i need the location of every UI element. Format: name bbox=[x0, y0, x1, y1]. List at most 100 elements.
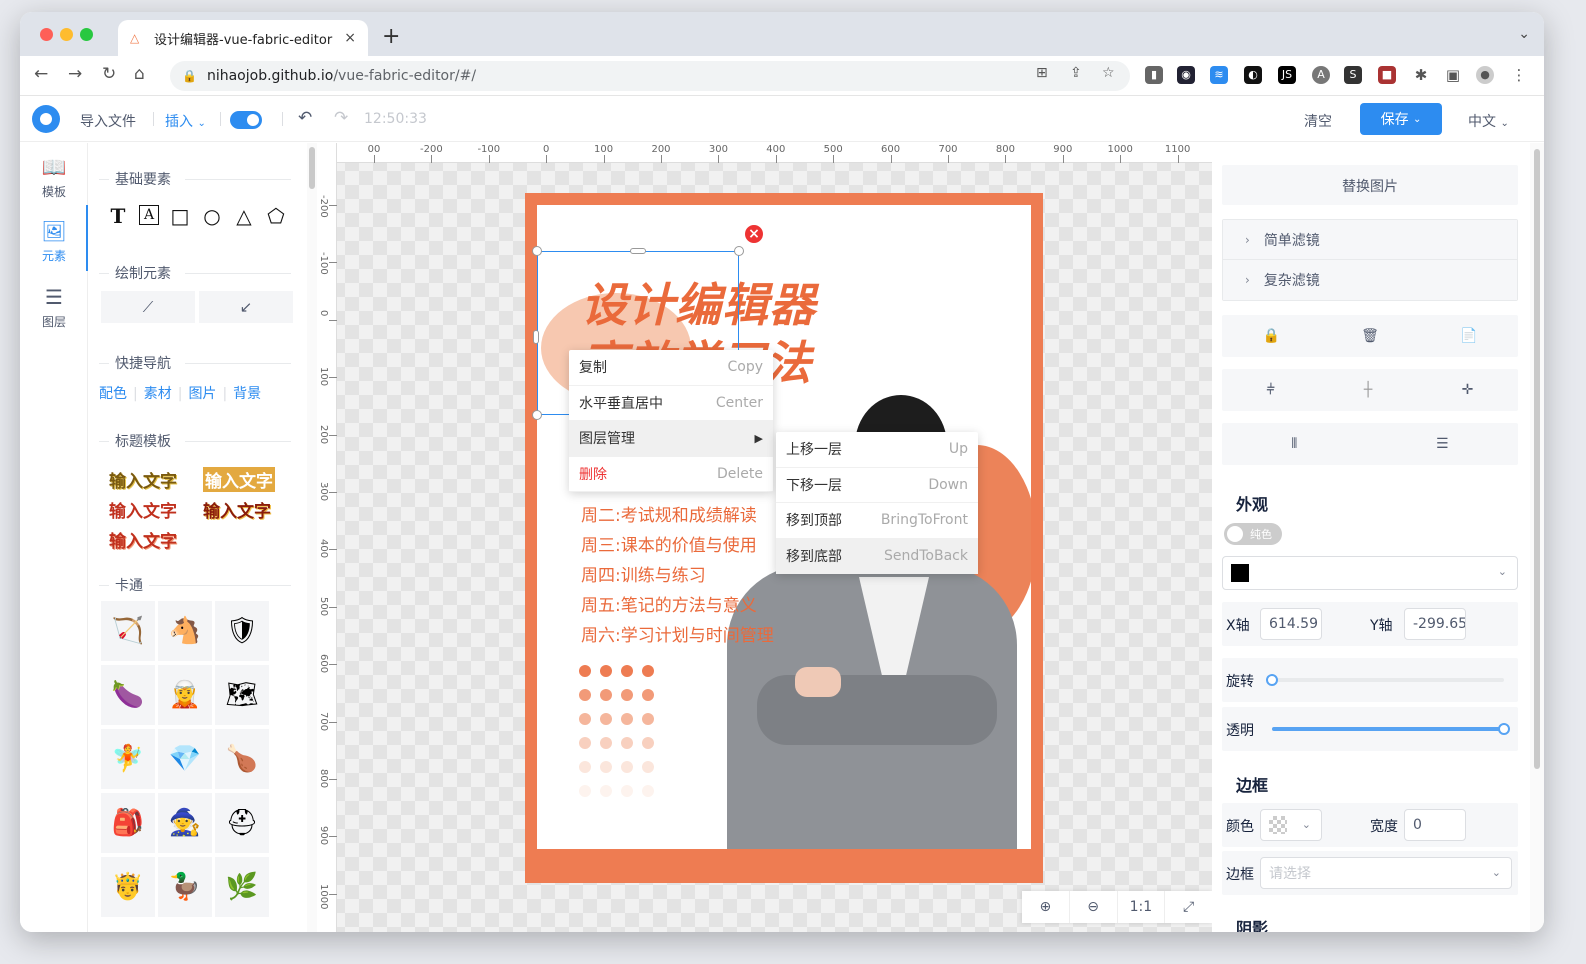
circle-icon[interactable]: ○ bbox=[201, 204, 223, 228]
rotate-slider-handle[interactable] bbox=[1266, 674, 1278, 686]
cartoon-item[interactable]: 🍆 bbox=[101, 665, 155, 725]
text-icon[interactable]: T bbox=[107, 204, 129, 228]
ctx-layer-up[interactable]: 上移一层 Up bbox=[776, 432, 978, 468]
resize-handle[interactable] bbox=[734, 246, 744, 256]
extension-color-icon[interactable]: ■ bbox=[1378, 66, 1396, 84]
rotate-slider[interactable] bbox=[1266, 674, 1504, 686]
cartoon-item[interactable]: 🗺 bbox=[215, 665, 269, 725]
triangle-icon[interactable]: △ bbox=[233, 204, 255, 228]
canvas-area[interactable]: 设计编辑器 高效学习法 周二:考试规和成绩解读 周三:课本的价值与使用 周四:训… bbox=[317, 143, 1212, 932]
lock-icon[interactable]: 🔒 bbox=[1263, 328, 1280, 344]
simple-filter-item[interactable]: › 简单滤镜 bbox=[1223, 220, 1517, 260]
browser-tab[interactable]: △ 设计编辑器-vue-fabric-editor × bbox=[118, 20, 368, 56]
cartoon-item[interactable]: 🐴 bbox=[158, 601, 212, 661]
border-width-input[interactable]: 0 bbox=[1404, 809, 1466, 841]
y-axis-input[interactable]: -299.65 bbox=[1404, 608, 1466, 640]
rail-item-layers[interactable]: ☰ 图层 bbox=[20, 285, 88, 330]
quicknav-link-materials[interactable]: 素材 bbox=[144, 386, 172, 402]
ruler-toggle-switch[interactable] bbox=[230, 111, 262, 129]
poster-line[interactable]: 周四:训练与练习 bbox=[581, 561, 706, 586]
language-dropdown[interactable]: 中文 ⌄ bbox=[1468, 111, 1509, 131]
border-color-picker[interactable]: ⌄ bbox=[1260, 809, 1322, 841]
cartoon-item[interactable]: 💎 bbox=[158, 729, 212, 789]
complex-filter-item[interactable]: › 复杂滤镜 bbox=[1223, 260, 1517, 300]
resize-handle[interactable] bbox=[532, 246, 542, 256]
extension-stack-icon[interactable]: ≋ bbox=[1210, 66, 1228, 84]
trash-icon[interactable]: 🗑 bbox=[1361, 328, 1379, 344]
zoom-out-icon[interactable]: ⊖ bbox=[1070, 891, 1118, 923]
minimize-window-button[interactable] bbox=[60, 28, 73, 41]
align-center-icon[interactable]: ┼ bbox=[1364, 382, 1372, 398]
extension-reader-icon[interactable]: ▮ bbox=[1145, 66, 1163, 84]
tab-search-chevron-icon[interactable]: ⌄ bbox=[1518, 26, 1530, 42]
ctx-delete[interactable]: 删除 Delete bbox=[569, 457, 773, 492]
browser-menu-icon[interactable]: ⋮ bbox=[1510, 66, 1528, 84]
cartoon-item[interactable]: 🧙 bbox=[158, 793, 212, 853]
bookmark-star-icon[interactable]: ☆ bbox=[1102, 65, 1115, 81]
border-style-select[interactable]: 请选择 ⌄ bbox=[1260, 857, 1512, 889]
poster-line[interactable]: 周二:考试规和成绩解读 bbox=[581, 501, 757, 526]
zoom-in-icon[interactable]: ⊕ bbox=[1022, 891, 1070, 923]
cartoon-item[interactable]: 🛡 bbox=[215, 601, 269, 661]
translate-icon[interactable]: ⊞ bbox=[1036, 65, 1048, 81]
back-icon[interactable]: ← bbox=[34, 64, 48, 84]
title-template-item[interactable]: 输入文字 bbox=[203, 497, 271, 522]
profile-avatar-icon[interactable]: ● bbox=[1476, 66, 1494, 84]
draw-line-button[interactable]: ⟋ bbox=[101, 291, 195, 323]
cartoon-item[interactable]: ⛑ bbox=[215, 793, 269, 853]
reload-icon[interactable]: ↻ bbox=[102, 64, 116, 84]
poster-line[interactable]: 周六:学习计划与时间管理 bbox=[581, 621, 774, 646]
close-window-button[interactable] bbox=[40, 28, 53, 41]
redo-icon[interactable]: ↷ bbox=[334, 108, 348, 128]
cartoon-item[interactable]: 🌿 bbox=[215, 857, 269, 917]
resize-handle[interactable] bbox=[630, 248, 646, 254]
quicknav-link-colors[interactable]: 配色 bbox=[99, 386, 127, 402]
align-horizontal-center-icon[interactable]: ✛ bbox=[1462, 382, 1474, 398]
delete-object-icon[interactable]: × bbox=[743, 223, 765, 245]
opacity-slider-handle[interactable] bbox=[1498, 723, 1510, 735]
ctx-center[interactable]: 水平垂直居中 Center bbox=[569, 386, 773, 421]
x-axis-input[interactable]: 614.59 bbox=[1260, 608, 1322, 640]
quicknav-link-images[interactable]: 图片 bbox=[188, 386, 216, 402]
resize-handle[interactable] bbox=[533, 330, 539, 344]
scrollbar-thumb[interactable] bbox=[1534, 149, 1540, 769]
url-input[interactable]: 🔒 nihaojob.github.io/vue-fabric-editor/#… bbox=[170, 61, 1130, 91]
home-icon[interactable]: ⌂ bbox=[134, 64, 145, 84]
distribute-horizontal-icon[interactable]: ⫴ bbox=[1291, 436, 1297, 452]
align-vertical-center-icon[interactable]: ⫩ bbox=[1267, 382, 1275, 398]
ctx-bring-to-front[interactable]: 移到顶部 BringToFront bbox=[776, 503, 978, 539]
github-logo-icon[interactable] bbox=[32, 105, 60, 133]
ctx-send-to-back[interactable]: 移到底部 SendToBack bbox=[776, 538, 978, 574]
title-template-item[interactable]: 输入文字 bbox=[109, 467, 177, 492]
resize-handle[interactable] bbox=[532, 410, 542, 420]
cartoon-item[interactable]: 🏹 bbox=[101, 601, 155, 661]
cartoon-item[interactable]: 🧚 bbox=[101, 729, 155, 789]
extension-ab-icon[interactable]: A bbox=[1312, 66, 1330, 84]
draw-arrow-button[interactable]: ↙ bbox=[199, 291, 293, 323]
share-icon[interactable]: ⇪ bbox=[1070, 65, 1082, 81]
clear-button[interactable]: 清空 bbox=[1304, 111, 1332, 131]
extension-cat-icon[interactable]: ◉ bbox=[1177, 66, 1195, 84]
new-tab-button[interactable]: + bbox=[382, 24, 400, 49]
right-panel-scrollbar[interactable] bbox=[1530, 143, 1544, 932]
cartoon-item[interactable]: 🍗 bbox=[215, 729, 269, 789]
textbox-icon[interactable]: A bbox=[139, 205, 159, 225]
side-panel-icon[interactable]: ▣ bbox=[1444, 66, 1462, 84]
undo-icon[interactable]: ↶ bbox=[298, 108, 312, 128]
maximize-window-button[interactable] bbox=[80, 28, 93, 41]
tab-close-icon[interactable]: × bbox=[344, 30, 356, 46]
quicknav-link-background[interactable]: 背景 bbox=[233, 386, 261, 402]
title-template-item[interactable]: 输入文字 bbox=[109, 527, 177, 552]
ctx-layer-management[interactable]: 图层管理 ▶ bbox=[569, 421, 773, 457]
extensions-puzzle-icon[interactable]: ✱ bbox=[1412, 66, 1430, 84]
fill-color-picker[interactable]: ⌄ bbox=[1222, 556, 1518, 590]
opacity-slider[interactable] bbox=[1272, 723, 1510, 735]
title-template-item[interactable]: 输入文字 bbox=[203, 467, 275, 492]
forward-icon[interactable]: → bbox=[68, 64, 82, 84]
title-template-item[interactable]: 输入文字 bbox=[109, 497, 177, 522]
ctx-copy[interactable]: 复制 Copy bbox=[569, 350, 773, 386]
pentagon-icon[interactable]: ⬠ bbox=[265, 204, 287, 228]
extension-mask-icon[interactable]: ◐ bbox=[1244, 66, 1262, 84]
fit-screen-icon[interactable]: ⤢ bbox=[1165, 891, 1212, 923]
distribute-vertical-icon[interactable]: ☰ bbox=[1436, 436, 1449, 452]
